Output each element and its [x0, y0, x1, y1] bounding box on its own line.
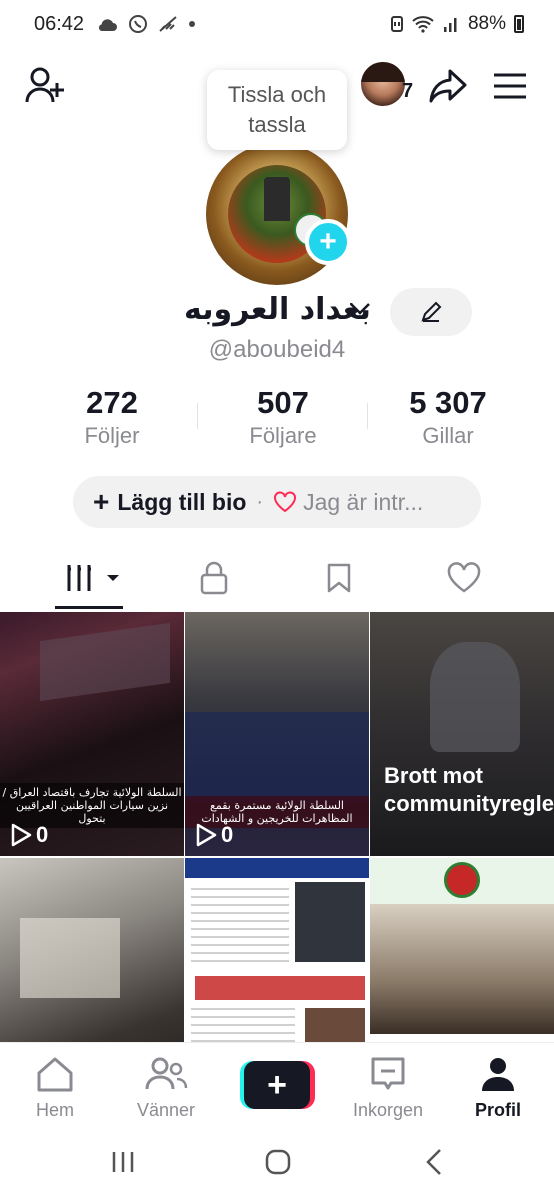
tab-liked[interactable] [434, 556, 494, 600]
tab-videos[interactable] [62, 556, 122, 600]
nav-home[interactable]: Hem [5, 1055, 105, 1121]
plus-icon: + [93, 486, 110, 517]
profile-icon [482, 1058, 514, 1091]
username-handle: @aboubeid4 [0, 336, 554, 364]
bio-separator: · [256, 490, 264, 513]
avatar-tower [264, 177, 290, 221]
cell-signal-icon [443, 18, 457, 32]
tab-private[interactable] [184, 556, 244, 600]
thumb-shape [370, 904, 554, 1034]
thumb-shape [430, 642, 520, 752]
chevron-down-icon[interactable] [348, 298, 372, 318]
view-count: 0 [10, 822, 48, 848]
signal-muted-icon [159, 16, 177, 32]
edit-profile-button[interactable] [390, 288, 472, 336]
home-icon [37, 1057, 73, 1092]
nfc-icon [390, 16, 403, 32]
wifi-icon [412, 16, 434, 33]
viber-icon [129, 15, 147, 33]
person-plus-icon[interactable] [22, 62, 68, 108]
stat-following-label: Följer [84, 423, 140, 448]
add-bio-label[interactable]: Lägg till bio [117, 489, 246, 516]
share-arrow-icon[interactable] [426, 64, 470, 108]
bottom-navigation: Hem Vänner + Inkorgen Profil [0, 1042, 554, 1128]
battery-percent: 88% [467, 13, 506, 34]
view-count: 0 [195, 822, 233, 848]
play-icon [11, 823, 32, 847]
nav-home-label: Hem [35, 1100, 74, 1120]
stat-likes-label: Gillar [422, 423, 474, 448]
video-thumbnail[interactable]: السلطة الولائية تجارف باقتصاد العراق / ن… [0, 612, 184, 856]
status-bar: 06:42 88% [0, 0, 554, 52]
active-tab-indicator [55, 606, 123, 609]
notification-avatar[interactable] [361, 62, 405, 106]
heart-outline-icon [274, 491, 297, 513]
stat-following-value: 272 [86, 385, 138, 420]
nav-profile-label: Profil [474, 1100, 521, 1120]
thumb-shape [195, 976, 365, 1000]
stat-likes[interactable]: 5 307 Gillar [363, 385, 533, 449]
thumb-shape [295, 882, 365, 962]
thumb-shape [191, 888, 289, 968]
name-row: بغداد العروبه [0, 288, 554, 336]
thumb-shape [20, 918, 120, 998]
tooltip: Tissla och tassla [207, 70, 347, 150]
interests-label[interactable]: Jag är intr... [303, 489, 423, 516]
tab-saved[interactable] [309, 556, 369, 600]
pencil-icon [421, 301, 442, 322]
friends-icon [145, 1057, 188, 1090]
hamburger-icon[interactable] [490, 66, 530, 106]
video-thumbnail[interactable]: Brott mot communityregler [370, 612, 554, 856]
nav-friends[interactable]: Vänner [116, 1055, 216, 1121]
videos-grid-icon [67, 565, 119, 591]
view-count-value: 0 [36, 822, 49, 847]
thumb-shape [444, 862, 480, 898]
status-time: 06:42 [34, 13, 85, 35]
inbox-icon [371, 1057, 405, 1090]
back-icon[interactable] [424, 1148, 444, 1176]
recent-apps-icon[interactable] [110, 1150, 136, 1174]
play-icon [196, 823, 217, 847]
cloud-icon [98, 19, 117, 31]
stats-row: 272 Följer 507 Följare 5 307 Gillar [0, 385, 554, 455]
video-grid: السلطة الولائية تجارف باقتصاد العراق / ن… [0, 612, 554, 1102]
add-avatar-button[interactable]: + [305, 219, 351, 265]
lock-icon [200, 561, 228, 595]
stat-likes-value: 5 307 [409, 385, 487, 420]
home-circle-icon[interactable] [264, 1148, 292, 1176]
create-icon: + [244, 1061, 310, 1109]
battery-icon [514, 15, 524, 33]
nav-inbox[interactable]: Inkorgen [338, 1055, 438, 1121]
bookmark-icon [327, 563, 351, 593]
nav-inbox-label: Inkorgen [352, 1100, 424, 1120]
stat-followers-value: 507 [257, 385, 309, 420]
restricted-label: Brott mot communityregler [384, 763, 554, 816]
stat-followers[interactable]: 507 Följare [198, 385, 368, 449]
bio-pill[interactable]: + Lägg till bio · Jag är intr... [73, 476, 481, 528]
thumb-shape [40, 622, 170, 702]
stat-following[interactable]: 272 Följer [27, 385, 197, 449]
dot-icon [189, 21, 195, 27]
nav-profile[interactable]: Profil [448, 1055, 548, 1121]
video-thumbnail[interactable]: السلطة الولائية مستمرة بقمع المظاهرات لل… [185, 612, 369, 856]
view-count-value: 0 [221, 822, 234, 847]
handle-text: @aboubeid4 [208, 336, 346, 363]
create-button[interactable]: + [240, 1061, 315, 1109]
nav-friends-label: Vänner [136, 1100, 196, 1120]
content-tabs [0, 548, 554, 610]
stat-followers-label: Följare [249, 423, 317, 448]
display-name[interactable]: بغداد العروبه [184, 292, 371, 327]
heart-icon [447, 562, 481, 593]
thumb-shape [185, 858, 369, 878]
system-navigation [0, 1128, 554, 1200]
thumb-shape [185, 712, 369, 802]
notification-count: 7 [402, 80, 414, 102]
